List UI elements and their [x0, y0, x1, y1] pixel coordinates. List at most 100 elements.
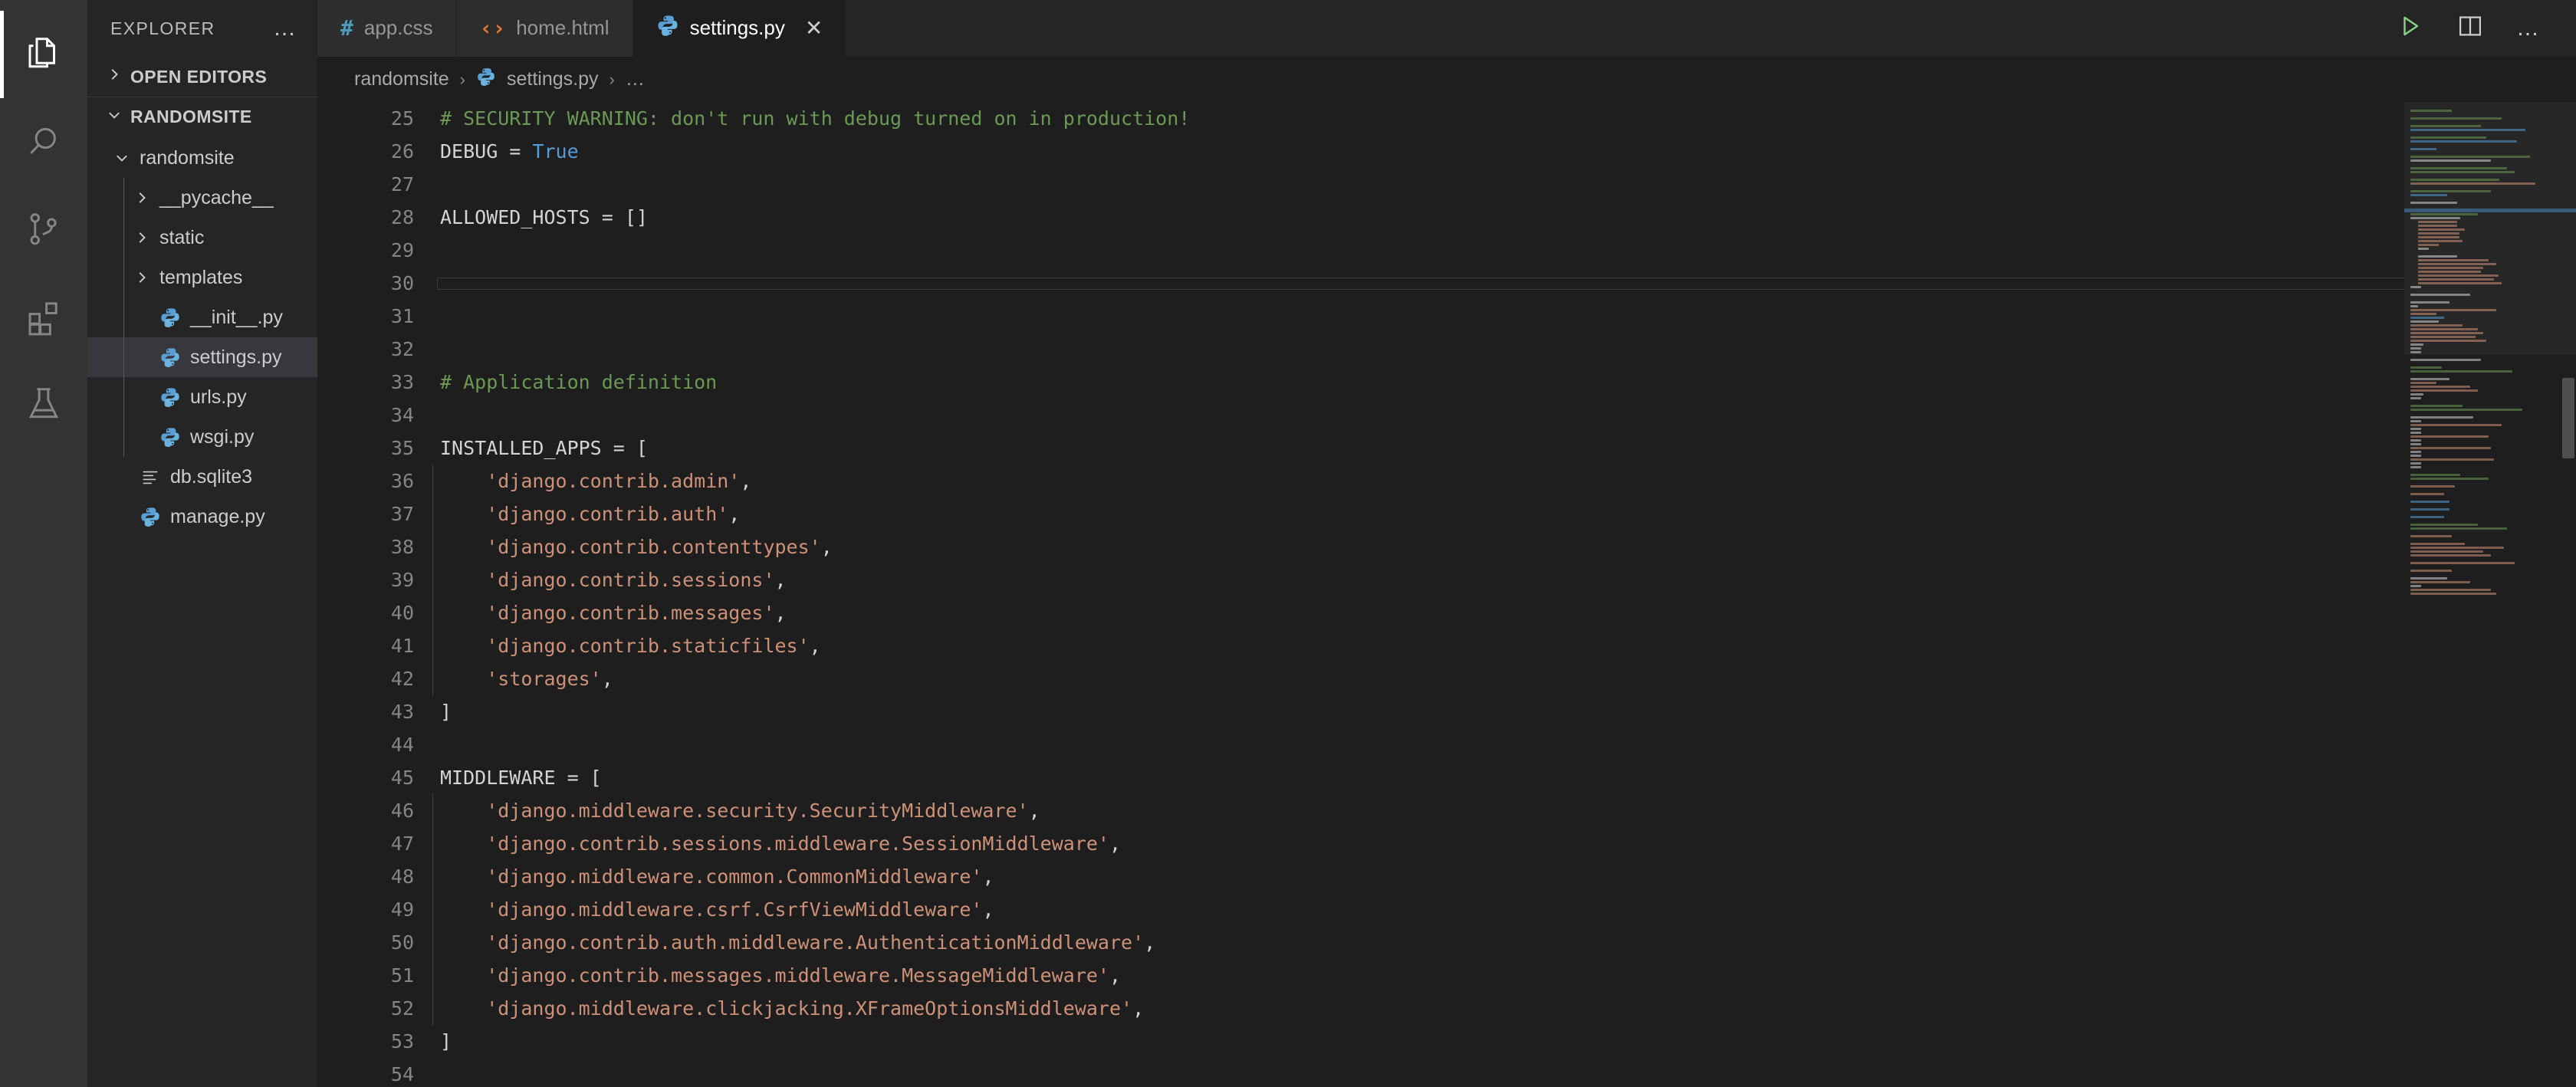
python-icon [155, 307, 186, 328]
tree-item-wsgi-py[interactable]: wsgi.py [87, 417, 317, 457]
editor-vertical-scrollbar[interactable] [2561, 102, 2576, 1087]
code-line[interactable]: 35 INSTALLED_APPS = [ [317, 432, 2404, 465]
code-line[interactable]: 41 'django.contrib.staticfiles', [317, 629, 2404, 664]
code-line[interactable]: 44 [317, 728, 2404, 761]
line-number: 46 [390, 800, 414, 823]
code-line[interactable]: 39 'django.contrib.sessions', [317, 563, 2404, 598]
code-line[interactable]: 42 'storages', [317, 662, 2404, 697]
minimap-segment [2410, 190, 2492, 193]
minimap[interactable] [2404, 102, 2576, 1087]
code-token: 'django.middleware.security.SecurityMidd… [486, 800, 1029, 823]
code-line[interactable]: 40 'django.contrib.messages', [317, 596, 2404, 631]
code-token: , [982, 898, 994, 921]
tree-item-db-sqlite3[interactable]: db.sqlite3 [87, 457, 317, 497]
code-line-content: 'django.contrib.messages', [432, 596, 2404, 631]
activity-item-testing[interactable] [0, 360, 87, 448]
sidebar-section-open-editors[interactable]: OPEN EDITORS [87, 57, 317, 97]
code-scroll-container[interactable]: 25 # SECURITY WARNING: don't run with deb… [317, 102, 2404, 1087]
minimap-segment [2410, 117, 2502, 120]
code-line[interactable]: 33 # Application definition [317, 366, 2404, 399]
code-line[interactable]: 30 [317, 267, 2404, 300]
tree-item--pycache-[interactable]: __pycache__ [87, 178, 317, 218]
minimap-segment [2418, 248, 2429, 251]
close-icon[interactable]: ✕ [805, 15, 823, 41]
code-line[interactable]: 28 ALLOWED_HOSTS = [] [317, 201, 2404, 234]
activity-item-search[interactable] [0, 98, 87, 186]
activity-item-source-control[interactable] [0, 186, 87, 273]
code-line[interactable]: 46 'django.middleware.security.SecurityM… [317, 793, 2404, 829]
code-line[interactable]: 36 'django.contrib.admin', [317, 464, 2404, 499]
activity-item-extensions[interactable] [0, 273, 87, 360]
code-token: MIDDLEWARE = [ [440, 767, 602, 790]
minimap-segment [2410, 524, 2479, 527]
tab-label: settings.py [689, 16, 785, 40]
code-line[interactable]: 49 'django.middleware.csrf.CsrfViewMiddl… [317, 892, 2404, 928]
tree-item-urls-py[interactable]: urls.py [87, 377, 317, 417]
code-line-content: 'storages', [432, 662, 2404, 697]
code-line[interactable]: 25 # SECURITY WARNING: don't run with deb… [317, 102, 2404, 135]
code-line[interactable]: 47 'django.contrib.sessions.middleware.S… [317, 826, 2404, 862]
line-number: 39 [390, 569, 414, 592]
code-line[interactable]: 32 [317, 333, 2404, 366]
scrollbar-thumb[interactable] [2562, 378, 2574, 459]
editor-more-actions-icon[interactable]: … [2516, 16, 2541, 39]
tree-item-label: settings.py [190, 346, 282, 368]
activity-item-explorer[interactable] [0, 11, 87, 98]
line-number: 27 [390, 173, 414, 196]
code-editor[interactable]: 25 # SECURITY WARNING: don't run with deb… [317, 102, 2404, 1087]
minimap-segment [2410, 455, 2421, 458]
breadcrumb-item-symbol[interactable]: … [626, 68, 645, 90]
tree-item-label: manage.py [170, 505, 265, 527]
code-line[interactable]: 54 [317, 1058, 2404, 1087]
code-line[interactable]: 48 'django.middleware.common.CommonMiddl… [317, 859, 2404, 895]
minimap-segment [2418, 263, 2496, 266]
breadcrumb-item-file[interactable]: settings.py [507, 68, 599, 90]
sidebar-section-randomsite[interactable]: RANDOMSITE [87, 97, 317, 136]
minimap-segment [2418, 267, 2483, 270]
code-line[interactable]: 26 DEBUG = True [317, 135, 2404, 168]
code-line[interactable]: 37 'django.contrib.auth', [317, 497, 2404, 532]
minimap-segment [2410, 159, 2492, 163]
code-line[interactable]: 53] [317, 1025, 2404, 1058]
line-number: 33 [390, 371, 414, 394]
code-line[interactable]: 38 'django.contrib.contenttypes', [317, 530, 2404, 565]
code-line[interactable]: 51 'django.contrib.messages.middleware.M… [317, 958, 2404, 993]
code-line[interactable]: 45 MIDDLEWARE = [ [317, 761, 2404, 794]
tree-item-randomsite[interactable]: randomsite [87, 138, 317, 178]
code-line-content: 'django.middleware.clickjacking.XFrameOp… [432, 991, 2404, 1026]
css-icon: # [340, 15, 353, 41]
code-line[interactable]: 34 [317, 399, 2404, 432]
tab-home-html[interactable]: ‹› home.html [456, 0, 633, 57]
code-line[interactable]: 43] [317, 695, 2404, 728]
tab-settings-py[interactable]: settings.py ✕ [632, 0, 847, 57]
run-python-file-icon[interactable] [2397, 12, 2424, 44]
line-number: 52 [390, 997, 414, 1020]
minimap-segment [2410, 343, 2423, 346]
indent-guide [432, 497, 433, 532]
tree-item-manage-py[interactable]: manage.py [87, 497, 317, 537]
tree-item-static[interactable]: static [87, 218, 317, 258]
breadcrumb-item-folder[interactable]: randomsite [354, 68, 449, 90]
beaker-icon [23, 383, 64, 425]
code-line[interactable]: 29 [317, 234, 2404, 267]
tree-item-settings-py[interactable]: settings.py [87, 337, 317, 377]
line-number: 38 [390, 536, 414, 559]
tree-item-templates[interactable]: templates [87, 258, 317, 297]
code-line-content: ALLOWED_HOSTS = [] [440, 201, 2404, 234]
minimap-segment [2410, 474, 2460, 477]
code-line-content: 'django.contrib.staticfiles', [432, 629, 2404, 664]
split-editor-icon[interactable] [2456, 12, 2484, 44]
tree-indent-guide [123, 337, 124, 377]
tab-app-css[interactable]: # app.css [317, 0, 457, 57]
code-line[interactable]: 50 'django.contrib.auth.middleware.Authe… [317, 925, 2404, 961]
code-line[interactable]: 52 'django.middleware.clickjacking.XFram… [317, 991, 2404, 1026]
sidebar-more-actions-icon[interactable]: … [273, 17, 297, 40]
code-line[interactable]: 31 [317, 300, 2404, 333]
minimap-segment [2410, 432, 2421, 435]
code-line[interactable]: 27 [317, 168, 2404, 201]
line-number: 47 [390, 832, 414, 855]
tree-item--init-py[interactable]: __init__.py [87, 297, 317, 337]
minimap-segment [2410, 554, 2492, 557]
